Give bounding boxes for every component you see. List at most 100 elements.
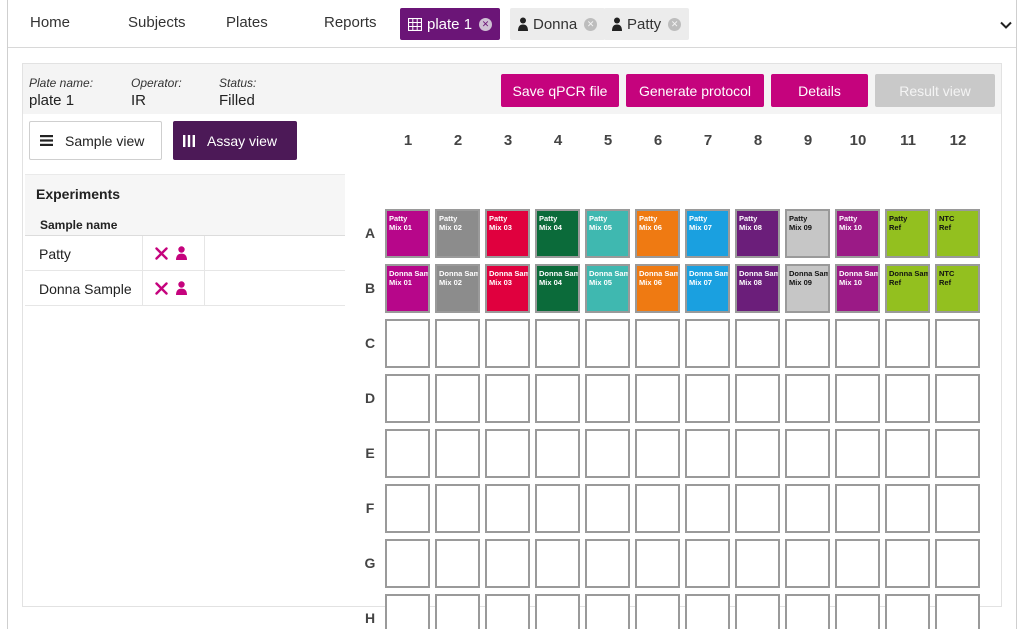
plate-well-G10[interactable] [835,539,880,588]
plate-well-A3[interactable]: Patty Mix 03 [485,209,530,258]
plate-well-H7[interactable] [685,594,730,629]
plate-well-E6[interactable] [635,429,680,478]
plate-well-A2[interactable]: Patty Mix 02 [435,209,480,258]
plate-well-C11[interactable] [885,319,930,368]
plate-well-C1[interactable] [385,319,430,368]
close-icon[interactable]: ✕ [584,17,598,31]
close-icon[interactable]: ✕ [668,17,682,31]
nav-link-plates[interactable]: Plates [226,14,268,31]
plate-well-A11[interactable]: Patty Ref [885,209,930,258]
nav-link-reports[interactable]: Reports [324,14,377,31]
plate-well-G9[interactable] [785,539,830,588]
plate-well-F6[interactable] [635,484,680,533]
nav-link-home[interactable]: Home [30,14,70,31]
plate-well-G7[interactable] [685,539,730,588]
plate-well-A5[interactable]: Patty Mix 05 [585,209,630,258]
person-icon[interactable] [176,281,187,295]
plate-well-G1[interactable] [385,539,430,588]
plate-well-G8[interactable] [735,539,780,588]
plate-well-D11[interactable] [885,374,930,423]
plate-well-B11[interactable]: Donna SampleRef [885,264,930,313]
plate-well-H3[interactable] [485,594,530,629]
plate-well-F8[interactable] [735,484,780,533]
plate-well-H11[interactable] [885,594,930,629]
plate-well-F4[interactable] [535,484,580,533]
plate-well-C2[interactable] [435,319,480,368]
close-icon[interactable]: ✕ [479,17,493,31]
plate-well-H2[interactable] [435,594,480,629]
save-qpcr-button[interactable]: Save qPCR file [501,74,619,107]
plate-well-C5[interactable] [585,319,630,368]
plate-well-H10[interactable] [835,594,880,629]
plate-well-A6[interactable]: Patty Mix 06 [635,209,680,258]
plate-well-C3[interactable] [485,319,530,368]
plate-well-D3[interactable] [485,374,530,423]
plate-well-C10[interactable] [835,319,880,368]
plate-well-F9[interactable] [785,484,830,533]
plate-well-H12[interactable] [935,594,980,629]
plate-well-G4[interactable] [535,539,580,588]
plate-well-E12[interactable] [935,429,980,478]
plate-well-D9[interactable] [785,374,830,423]
plate-well-E2[interactable] [435,429,480,478]
plate-well-G3[interactable] [485,539,530,588]
plate-well-D8[interactable] [735,374,780,423]
person-icon[interactable] [176,246,187,260]
plate-well-E3[interactable] [485,429,530,478]
plate-well-A9[interactable]: Patty Mix 09 [785,209,830,258]
plate-well-G6[interactable] [635,539,680,588]
plate-well-F1[interactable] [385,484,430,533]
plate-well-H6[interactable] [635,594,680,629]
plate-well-D10[interactable] [835,374,880,423]
plate-well-H5[interactable] [585,594,630,629]
generate-protocol-button[interactable]: Generate protocol [626,74,764,107]
plate-well-E1[interactable] [385,429,430,478]
plate-well-F11[interactable] [885,484,930,533]
plate-well-E7[interactable] [685,429,730,478]
plate-well-B9[interactable]: Donna SampleMix 09 [785,264,830,313]
tab-plate-1[interactable]: plate 1 ✕ [400,8,501,40]
plate-well-C7[interactable] [685,319,730,368]
plate-well-F7[interactable] [685,484,730,533]
plate-well-A4[interactable]: Patty Mix 04 [535,209,580,258]
sample-view-button[interactable]: Sample view [29,121,162,160]
plate-well-C9[interactable] [785,319,830,368]
plate-well-H9[interactable] [785,594,830,629]
plate-well-D2[interactable] [435,374,480,423]
plate-well-B6[interactable]: Donna SampleMix 06 [635,264,680,313]
plate-well-A1[interactable]: Patty Mix 01 [385,209,430,258]
assay-view-button[interactable]: Assay view [173,121,297,160]
plate-well-D7[interactable] [685,374,730,423]
plate-well-D12[interactable] [935,374,980,423]
plate-well-E9[interactable] [785,429,830,478]
plate-well-E10[interactable] [835,429,880,478]
plate-well-H1[interactable] [385,594,430,629]
plate-well-G5[interactable] [585,539,630,588]
plate-well-D5[interactable] [585,374,630,423]
plate-well-B7[interactable]: Donna SampleMix 07 [685,264,730,313]
plate-well-D6[interactable] [635,374,680,423]
details-button[interactable]: Details [771,74,868,107]
chevron-down-icon[interactable] [1000,16,1012,34]
remove-icon[interactable] [155,246,168,260]
plate-well-A10[interactable]: Patty Mix 10 [835,209,880,258]
plate-well-B8[interactable]: Donna SampleMix 08 [735,264,780,313]
plate-well-H8[interactable] [735,594,780,629]
plate-well-A7[interactable]: Patty Mix 07 [685,209,730,258]
plate-well-G2[interactable] [435,539,480,588]
plate-well-E5[interactable] [585,429,630,478]
plate-well-D4[interactable] [535,374,580,423]
plate-well-F10[interactable] [835,484,880,533]
plate-well-B5[interactable]: Donna SampleMix 05 [585,264,630,313]
plate-well-C12[interactable] [935,319,980,368]
nav-link-subjects[interactable]: Subjects [128,14,186,31]
plate-well-H4[interactable] [535,594,580,629]
plate-well-D1[interactable] [385,374,430,423]
plate-well-B1[interactable]: Donna SampleMix 01 [385,264,430,313]
plate-well-C4[interactable] [535,319,580,368]
remove-icon[interactable] [155,281,168,295]
plate-well-B2[interactable]: Donna SampleMix 02 [435,264,480,313]
plate-well-G11[interactable] [885,539,930,588]
plate-well-F2[interactable] [435,484,480,533]
plate-well-C8[interactable] [735,319,780,368]
